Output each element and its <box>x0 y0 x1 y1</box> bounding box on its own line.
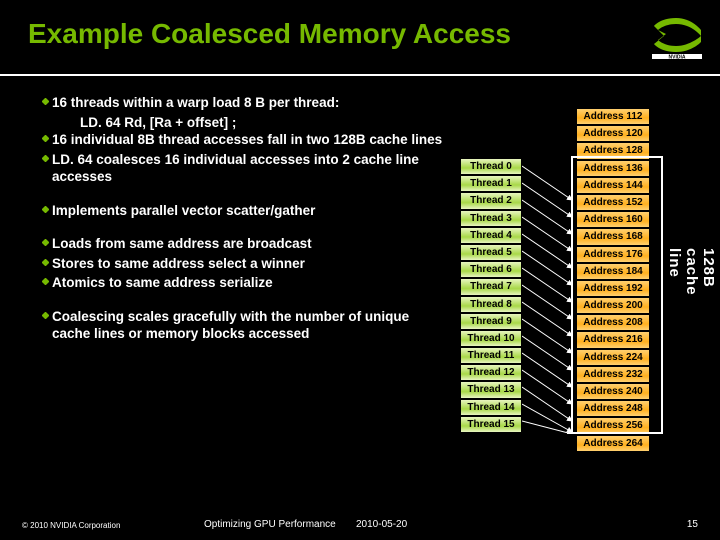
thread-cell: Thread 4 <box>460 227 522 244</box>
svg-text:NVIDIA: NVIDIA <box>669 55 686 61</box>
address-cell: Address 152 <box>576 194 650 211</box>
address-cell: Address 136 <box>576 160 650 177</box>
thread-cell: Thread 2 <box>460 192 522 209</box>
address-cell: Address 248 <box>576 400 650 417</box>
bullet-text: Coalescing scales gracefully with the nu… <box>52 308 448 343</box>
address-cell: Address 160 <box>576 211 650 228</box>
address-cell: Address 232 <box>576 366 650 383</box>
bullet-text: Loads from same address are broadcast <box>52 235 448 253</box>
thread-cell: Thread 1 <box>460 175 522 192</box>
bullet-text: Atomics to same address serialize <box>52 274 448 292</box>
thread-cell: Thread 3 <box>460 210 522 227</box>
thread-cell: Thread 11 <box>460 347 522 364</box>
thread-cell: Thread 5 <box>460 244 522 261</box>
address-cell: Address 224 <box>576 349 650 366</box>
footer-date: 2010-05-20 <box>356 519 407 530</box>
slide-title: Example Coalesced Memory Access <box>0 0 720 50</box>
address-cell: Address 168 <box>576 228 650 245</box>
address-cell: Address 256 <box>576 417 650 434</box>
address-column: Address 112Address 120Address 128Address… <box>576 108 650 452</box>
thread-cell: Thread 6 <box>460 261 522 278</box>
nvidia-logo: NVIDIA <box>646 12 708 60</box>
thread-cell: Thread 12 <box>460 364 522 381</box>
address-cell: Address 144 <box>576 177 650 194</box>
address-cell: Address 192 <box>576 280 650 297</box>
address-cell: Address 200 <box>576 297 650 314</box>
page-number: 15 <box>687 519 698 530</box>
bullet-content: 16 threads within a warp load 8 B per th… <box>38 94 448 345</box>
thread-cell: Thread 10 <box>460 330 522 347</box>
bullet-text: LD. 64 coalesces 16 individual accesses … <box>52 151 448 186</box>
divider <box>0 74 720 76</box>
thread-cell: Thread 9 <box>460 313 522 330</box>
cacheline-label: 128B cache line <box>666 248 717 296</box>
address-cell: Address 128 <box>576 142 650 159</box>
bullet-text: 16 individual 8B thread accesses fall in… <box>52 131 448 149</box>
address-cell: Address 112 <box>576 108 650 125</box>
copyright: © 2010 NVIDIA Corporation <box>22 521 120 530</box>
thread-cell: Thread 13 <box>460 381 522 398</box>
address-cell: Address 208 <box>576 314 650 331</box>
address-cell: Address 216 <box>576 331 650 348</box>
thread-cell: Thread 7 <box>460 278 522 295</box>
address-cell: Address 176 <box>576 246 650 263</box>
arrows <box>522 158 576 434</box>
address-cell: Address 240 <box>576 383 650 400</box>
thread-cell: Thread 8 <box>460 296 522 313</box>
thread-cell: Thread 15 <box>460 416 522 433</box>
bullet-text: 16 threads within a warp load 8 B per th… <box>52 94 448 112</box>
thread-cell: Thread 14 <box>460 399 522 416</box>
thread-column: Thread 0Thread 1Thread 2Thread 3Thread 4… <box>460 158 522 433</box>
thread-cell: Thread 0 <box>460 158 522 175</box>
address-cell: Address 184 <box>576 263 650 280</box>
bullet-text: Stores to same address select a winner <box>52 255 448 273</box>
address-cell: Address 264 <box>576 435 650 452</box>
address-cell: Address 120 <box>576 125 650 142</box>
bullet-sub: LD. 64 Rd, [Ra + offset] ; <box>38 114 448 132</box>
footer-title: Optimizing GPU Performance <box>204 519 336 530</box>
bullet-text: Implements parallel vector scatter/gathe… <box>52 202 448 220</box>
